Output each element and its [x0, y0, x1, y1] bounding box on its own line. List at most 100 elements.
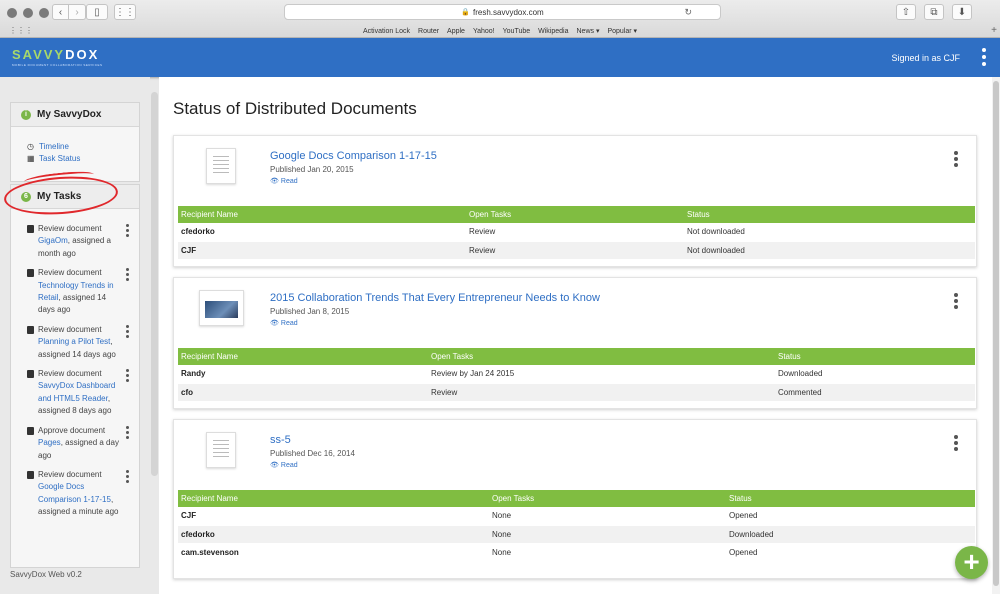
task-document-link[interactable]: GigaOm — [38, 236, 68, 245]
logo-tagline: MOBILE DOCUMENT COLLABORATION SERVICES — [12, 63, 103, 67]
eye-icon: 👁 — [270, 178, 279, 185]
recipient-name: cfedorko — [178, 525, 489, 544]
more-vert-icon[interactable] — [126, 268, 129, 282]
task-item: Review document SavvyDox Dashboard and H… — [11, 368, 139, 418]
task-item: Review document Planning a Pilot Test, a… — [11, 324, 139, 361]
table-icon: ▦ — [27, 154, 35, 163]
bookmark[interactable]: Wikipedia — [538, 28, 568, 35]
status: Downloaded — [726, 525, 975, 544]
main-scrollbar[interactable] — [992, 77, 1000, 594]
document-icon — [27, 370, 34, 379]
sidebar-item-timeline[interactable]: ◷ Timeline — [27, 141, 139, 153]
task-text: Review document — [38, 469, 102, 479]
window-controls[interactable] — [7, 8, 49, 18]
document-title-link[interactable]: 2015 Collaboration Trends That Every Ent… — [270, 292, 600, 304]
published-date: Published Jan 20, 2015 — [270, 165, 354, 174]
url-text: fresh.savvydox.com — [473, 7, 544, 17]
tabs-icon[interactable]: ⧉ — [924, 4, 944, 20]
task-item: Review document Google Docs Comparison 1… — [11, 469, 139, 519]
logo[interactable]: SAVVYDOX MOBILE DOCUMENT COLLABORATION S… — [12, 47, 103, 67]
reload-icon[interactable]: ↻ — [684, 7, 692, 18]
more-vert-icon[interactable] — [980, 48, 988, 66]
bookmark[interactable]: Popular ▾ — [607, 27, 637, 35]
document-thumbnail[interactable] — [199, 290, 244, 326]
document-icon — [27, 269, 34, 278]
document-icon — [27, 225, 34, 233]
document-title-link[interactable]: ss-5 — [270, 434, 291, 446]
sidebar-item-task-status[interactable]: ▦ Task Status — [27, 153, 139, 165]
recipient-name: cfo — [178, 383, 428, 402]
document-icon — [27, 325, 34, 334]
bookmark[interactable]: Router — [418, 28, 439, 35]
document-thumbnail[interactable] — [206, 432, 236, 468]
more-vert-icon[interactable] — [954, 293, 958, 309]
more-vert-icon[interactable] — [954, 151, 958, 167]
task-document-link[interactable]: Google Docs Comparison 1-17-15 — [38, 482, 111, 503]
version-label: SavvyDox Web v0.2 — [10, 570, 82, 579]
forward-icon[interactable]: › — [69, 4, 86, 20]
new-tab-icon[interactable]: + — [991, 25, 997, 36]
read-label: Read — [280, 462, 298, 469]
task-text: Review document — [38, 324, 102, 334]
more-vert-icon[interactable] — [954, 435, 958, 451]
recipients-table: Recipient Name Open Tasks Status CJF Non… — [178, 490, 975, 562]
share-icon[interactable]: ⇧ — [896, 4, 916, 20]
more-vert-icon[interactable] — [126, 469, 129, 483]
table-row: cfedorko None Downloaded — [178, 525, 975, 544]
status: Opened — [726, 543, 975, 562]
bookmark[interactable]: Activation Lock — [363, 28, 410, 35]
lock-icon: 🔒 — [461, 9, 470, 16]
address-bar[interactable]: 🔒 fresh.savvydox.com ↻ — [284, 4, 721, 20]
sidebar-toggle-icon[interactable]: ▯ — [86, 4, 108, 20]
task-text: Approve document — [38, 425, 106, 435]
open-tasks: None — [489, 507, 726, 526]
browser-chrome: ‹ › ▯ ⋮⋮ 🔒 fresh.savvydox.com ↻ ⇧ ⧉ ⬇ ⋮⋮… — [0, 0, 1000, 38]
read-link[interactable]: 👁 Read — [270, 461, 298, 469]
document-icon — [27, 470, 34, 479]
more-vert-icon[interactable] — [126, 369, 129, 383]
open-tasks: Review by Jan 24 2015 — [428, 365, 775, 384]
info-icon: i — [21, 109, 31, 120]
read-link[interactable]: 👁 Read — [270, 319, 298, 327]
document-title-link[interactable]: Google Docs Comparison 1-17-15 — [270, 150, 437, 162]
panel-title: My SavvyDox — [37, 109, 102, 120]
signed-in-label: Signed in as CJF — [891, 53, 960, 63]
open-tasks: Review — [466, 241, 684, 260]
clock-icon: ◷ — [27, 142, 34, 151]
downloads-icon[interactable]: ⬇ — [952, 4, 972, 20]
sidebar-scrollbar[interactable] — [151, 92, 158, 476]
task-item: Approve document Pages, assigned a day a… — [11, 425, 139, 462]
bookmark[interactable]: Apple — [447, 28, 465, 35]
top-sites-icon[interactable]: ⋮⋮ — [114, 4, 136, 20]
more-vert-icon[interactable] — [126, 425, 129, 439]
status: Not downloaded — [684, 241, 975, 260]
more-vert-icon[interactable] — [126, 324, 129, 338]
status: Downloaded — [775, 365, 975, 384]
main-content: Status of Distributed Documents Google D… — [159, 77, 992, 594]
table-row: cam.stevenson None Opened — [178, 543, 975, 562]
recipient-name: CJF — [178, 241, 466, 260]
document-thumbnail[interactable] — [206, 148, 236, 184]
add-document-button[interactable]: + — [955, 546, 988, 579]
read-link[interactable]: 👁 Read — [270, 177, 298, 185]
sidebar-item-label: Task Status — [39, 154, 81, 163]
document-icon — [27, 426, 34, 435]
back-icon[interactable]: ‹ — [52, 4, 69, 20]
bookmark[interactable]: Yahoo! — [473, 28, 495, 35]
column-header: Recipient Name — [178, 206, 466, 223]
task-document-link[interactable]: SavvyDox Dashboard and HTML5 Reader — [38, 381, 115, 402]
recipient-name: Randy — [178, 365, 428, 384]
table-header-row: Recipient Name Open Tasks Status — [178, 348, 975, 365]
column-header: Status — [726, 490, 975, 507]
open-tasks: None — [489, 543, 726, 562]
bookmark[interactable]: YouTube — [503, 28, 531, 35]
more-vert-icon[interactable] — [126, 224, 129, 237]
column-header: Open Tasks — [428, 348, 775, 365]
document-card: ss-5 Published Dec 16, 2014 👁 Read Recipi… — [173, 419, 977, 579]
document-card: 2015 Collaboration Trends That Every Ent… — [173, 277, 977, 409]
task-document-link[interactable]: Planning a Pilot Test — [38, 337, 110, 346]
column-header: Status — [684, 206, 975, 223]
task-document-link[interactable]: Pages — [38, 438, 61, 447]
bookmark[interactable]: News ▾ — [577, 27, 600, 35]
page-title: Status of Distributed Documents — [173, 99, 417, 118]
